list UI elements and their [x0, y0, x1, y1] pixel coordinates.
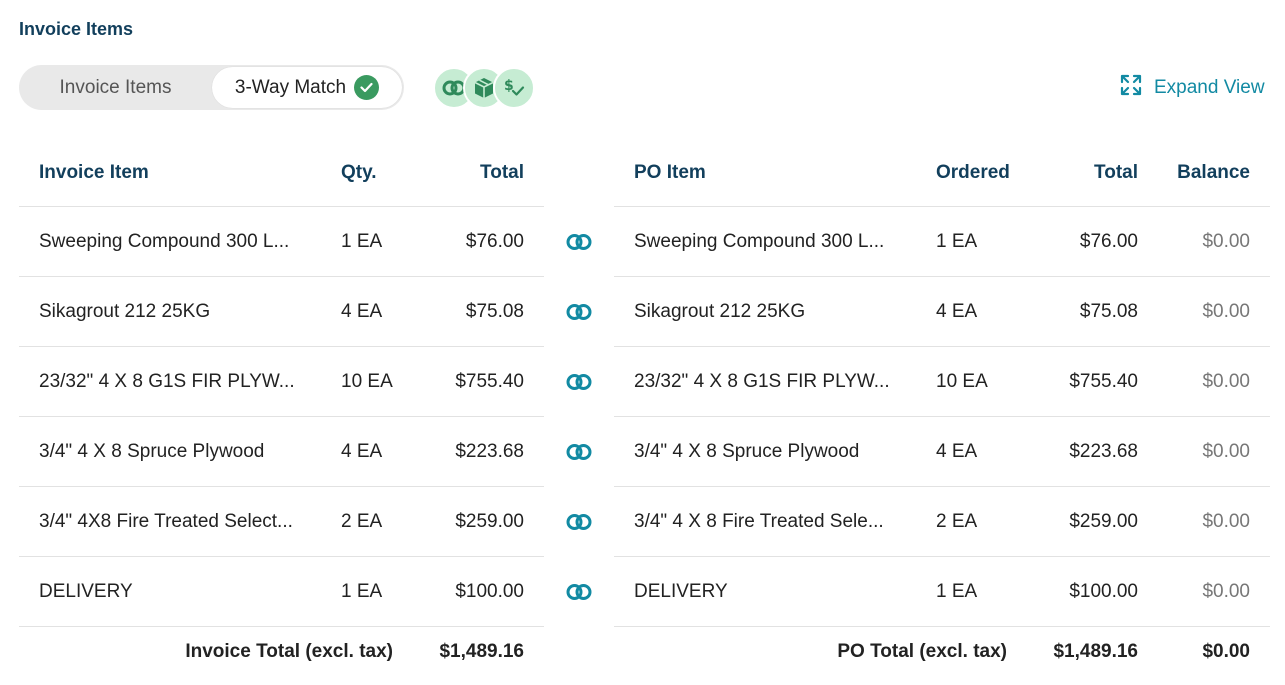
po-items-table: PO Item Ordered Total Balance Sweeping C… [614, 140, 1270, 677]
po-item-name: Sikagrout 212 25KG [634, 300, 806, 322]
invoice-item-qty: 1 EA [341, 230, 383, 252]
invoice-item-name: 3/4" 4X8 Fire Treated Select... [39, 510, 293, 532]
invoice-item-name: Sikagrout 212 25KG [39, 300, 211, 322]
invoice-item-name: DELIVERY [39, 580, 133, 602]
po-item-balance: $0.00 [1202, 440, 1250, 462]
expand-view-label: Expand View [1154, 77, 1265, 98]
po-total-row: PO Total (excl. tax) $1,489.16 $0.00 [614, 627, 1270, 677]
po-item-balance: $0.00 [1202, 370, 1250, 392]
section-title: Invoice Items [19, 19, 134, 39]
toggle-3-way-match-label: 3-Way Match [234, 76, 347, 98]
invoice-item-qty: 4 EA [341, 440, 383, 462]
po-item-ordered: 1 EA [936, 580, 978, 602]
po-item-total: $223.68 [1069, 440, 1138, 462]
po-total-value: $1,489.16 [1053, 641, 1138, 662]
po-item-name: 3/4" 4 X 8 Spruce Plywood [634, 440, 860, 462]
po-balance-total: $0.00 [1202, 641, 1250, 662]
table-row[interactable]: 3/4" 4 X 8 Spruce Plywood 4 EA $223.68 [19, 417, 544, 487]
po-item-name: 3/4" 4 X 8 Fire Treated Sele... [634, 510, 884, 532]
invoice-item-name: 3/4" 4 X 8 Spruce Plywood [39, 440, 265, 462]
po-item-name: 23/32" 4 X 8 G1S FIR PLYW... [634, 370, 890, 392]
table-row[interactable]: 3/4" 4 X 8 Fire Treated Sele... 2 EA $25… [614, 487, 1270, 557]
table-row[interactable]: 23/32" 4 X 8 G1S FIR PLYW... 10 EA $755.… [19, 347, 544, 417]
table-row[interactable]: Sikagrout 212 25KG 4 EA $75.08 $0.00 [614, 277, 1270, 347]
linked-rings-icon[interactable] [544, 557, 614, 627]
match-links [544, 207, 614, 627]
header-ordered[interactable]: Ordered [936, 140, 1010, 206]
invoice-total-value: $1,489.16 [439, 641, 524, 662]
po-item-total: $755.40 [1069, 370, 1138, 392]
header-qty[interactable]: Qty. [341, 140, 377, 206]
po-item-name: DELIVERY [634, 580, 728, 602]
match-status-icons: $ [433, 67, 538, 109]
invoice-item-total: $259.00 [455, 510, 524, 532]
invoice-item-qty: 2 EA [341, 510, 383, 532]
po-item-ordered: 10 EA [936, 370, 988, 392]
dollar-check-icon[interactable]: $ [493, 67, 535, 109]
expand-arrows-icon [1120, 74, 1142, 102]
invoice-item-name: 23/32" 4 X 8 G1S FIR PLYW... [39, 370, 295, 392]
header-po-item[interactable]: PO Item [634, 140, 706, 206]
po-item-balance: $0.00 [1202, 510, 1250, 532]
header-balance[interactable]: Balance [1150, 140, 1250, 206]
header-invoice-item[interactable]: Invoice Item [39, 140, 149, 206]
invoice-total-label: Invoice Total (excl. tax) [185, 641, 393, 662]
linked-rings-icon[interactable] [544, 417, 614, 487]
invoice-item-qty: 1 EA [341, 580, 383, 602]
invoice-item-qty: 10 EA [341, 370, 393, 392]
invoice-item-total: $75.08 [465, 300, 524, 322]
po-item-name: Sweeping Compound 300 L... [634, 230, 885, 252]
linked-rings-icon[interactable] [544, 347, 614, 417]
invoice-item-qty: 4 EA [341, 300, 383, 322]
invoice-item-name: Sweeping Compound 300 L... [39, 230, 290, 252]
po-item-ordered: 2 EA [936, 510, 978, 532]
table-row[interactable]: 3/4" 4 X 8 Spruce Plywood 4 EA $223.68 $… [614, 417, 1270, 487]
linked-rings-icon[interactable] [544, 277, 614, 347]
expand-view-button[interactable]: Expand View [1120, 74, 1265, 102]
linked-rings-icon[interactable] [544, 207, 614, 277]
table-row[interactable]: Sikagrout 212 25KG 4 EA $75.08 [19, 277, 544, 347]
po-item-total: $75.08 [1079, 300, 1138, 322]
invoice-items-table: Invoice Item Qty. Total Sweeping Compoun… [19, 140, 544, 677]
po-item-total: $100.00 [1069, 580, 1138, 602]
header-po-total[interactable]: Total [1038, 140, 1138, 206]
po-item-ordered: 4 EA [936, 300, 978, 322]
table-row[interactable]: DELIVERY 1 EA $100.00 $0.00 [614, 557, 1270, 627]
invoice-total-row: Invoice Total (excl. tax) $1,489.16 [19, 627, 544, 677]
table-row[interactable]: 23/32" 4 X 8 G1S FIR PLYW... 10 EA $755.… [614, 347, 1270, 417]
header-total[interactable]: Total [424, 140, 524, 206]
po-item-ordered: 1 EA [936, 230, 978, 252]
view-toggle: Invoice Items 3-Way Match [19, 65, 404, 110]
toggle-invoice-items[interactable]: Invoice Items [19, 65, 212, 110]
table-row[interactable]: Sweeping Compound 300 L... 1 EA $76.00 [19, 207, 544, 277]
po-item-total: $259.00 [1069, 510, 1138, 532]
po-item-total: $76.00 [1079, 230, 1138, 252]
table-row[interactable]: Sweeping Compound 300 L... 1 EA $76.00 $… [614, 207, 1270, 277]
po-item-balance: $0.00 [1202, 580, 1250, 602]
linked-rings-icon[interactable] [544, 487, 614, 557]
invoice-table-header: Invoice Item Qty. Total [19, 140, 544, 207]
invoice-item-total: $223.68 [455, 440, 524, 462]
po-item-balance: $0.00 [1202, 300, 1250, 322]
invoice-item-total: $100.00 [455, 580, 524, 602]
table-row[interactable]: 3/4" 4X8 Fire Treated Select... 2 EA $25… [19, 487, 544, 557]
toggle-invoice-items-label: Invoice Items [59, 76, 172, 98]
po-table-header: PO Item Ordered Total Balance [614, 140, 1270, 207]
toggle-3-way-match[interactable]: 3-Way Match [212, 67, 402, 108]
invoice-item-total: $755.40 [455, 370, 524, 392]
invoice-item-total: $76.00 [465, 230, 524, 252]
check-icon [354, 75, 380, 100]
po-item-ordered: 4 EA [936, 440, 978, 462]
po-total-label: PO Total (excl. tax) [837, 641, 1007, 662]
po-item-balance: $0.00 [1202, 230, 1250, 252]
table-row[interactable]: DELIVERY 1 EA $100.00 [19, 557, 544, 627]
